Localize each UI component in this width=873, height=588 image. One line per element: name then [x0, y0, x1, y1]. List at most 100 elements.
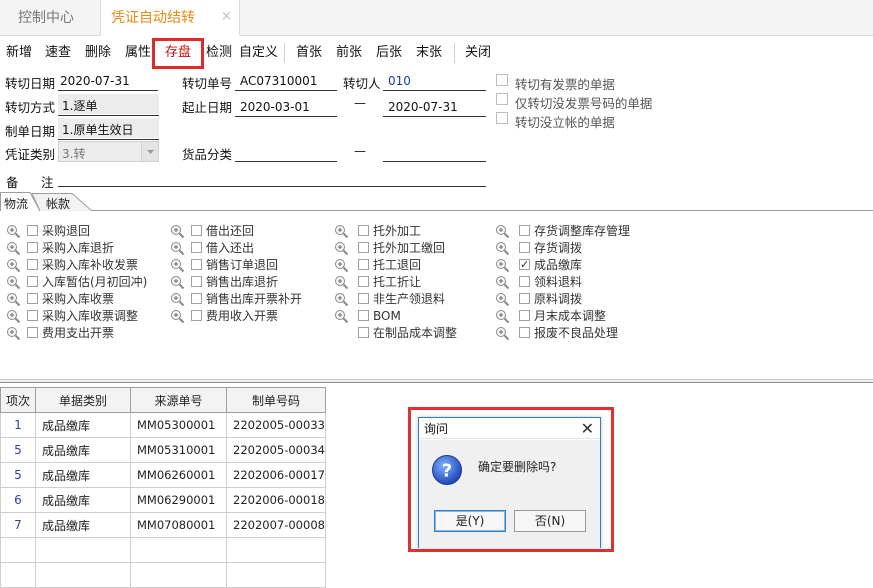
zoom-in-icon[interactable] [170, 309, 185, 324]
next-record-button[interactable]: 后张 [376, 38, 402, 68]
col-header-source-no[interactable]: 来源单号 [130, 387, 227, 413]
option-row[interactable]: 借出还回 [170, 223, 302, 240]
option-checkbox[interactable] [358, 327, 369, 338]
option-checkbox[interactable] [191, 242, 202, 253]
dialog-close-icon[interactable]: ✕ [581, 418, 594, 439]
zoom-in-icon[interactable] [170, 241, 185, 256]
zoom-in-icon[interactable] [6, 258, 21, 273]
cell-source-no[interactable]: MM06260001 [130, 462, 227, 488]
option-checkbox[interactable] [191, 276, 202, 287]
opt-no-invoice-no-checkbox[interactable] [496, 93, 508, 105]
option-checkbox[interactable] [358, 242, 369, 253]
range-end-field[interactable]: 2020-07-31 [388, 100, 458, 114]
option-checkbox[interactable] [191, 310, 202, 321]
option-row[interactable]: 成品缴库 [495, 256, 630, 274]
table-row-empty[interactable] [0, 562, 326, 588]
cell-empty[interactable] [35, 537, 131, 563]
opt-no-account-checkbox[interactable] [496, 112, 508, 124]
zoom-in-icon[interactable] [170, 275, 185, 290]
option-checkbox[interactable] [191, 259, 202, 270]
zoom-in-icon[interactable] [334, 275, 349, 290]
option-checkbox[interactable] [27, 225, 38, 236]
transfer-no-field[interactable]: AC07310001 [240, 74, 317, 88]
option-row[interactable]: 托外加工缴回 [334, 240, 457, 257]
goods-class-start-underline[interactable] [235, 161, 337, 162]
option-row[interactable]: 入库暂估(月初回冲) [6, 274, 147, 291]
no-button[interactable]: 否(N) [514, 510, 586, 532]
dialog-titlebar[interactable]: 询问 ✕ [419, 418, 600, 439]
option-row[interactable]: BOM [334, 308, 457, 325]
option-row[interactable]: 领料退料 [495, 274, 630, 291]
option-checkbox[interactable] [519, 242, 530, 253]
zoom-in-icon[interactable] [495, 292, 510, 307]
option-row[interactable]: 采购入库退折 [6, 240, 147, 257]
option-row[interactable]: 月末成本调整 [495, 308, 630, 325]
option-checkbox[interactable] [358, 293, 369, 304]
zoom-in-icon[interactable] [6, 309, 21, 324]
zoom-in-icon[interactable] [170, 258, 185, 273]
tab-control-center[interactable]: 控制中心 [2, 0, 90, 36]
goods-class-end-underline[interactable] [383, 161, 486, 162]
new-button[interactable]: 新增 [6, 38, 32, 68]
properties-button[interactable]: 属性 [125, 38, 151, 68]
option-row[interactable]: 原料调拨 [495, 291, 630, 308]
table-row[interactable]: 5 成品缴库 MM06260001 2202006-00017 [0, 462, 326, 488]
zoom-in-icon[interactable] [334, 309, 349, 324]
zoom-in-icon[interactable] [495, 309, 510, 324]
zoom-in-icon[interactable] [334, 241, 349, 256]
option-row[interactable]: 在制品成本调整 [334, 325, 457, 342]
cell-empty[interactable] [226, 537, 326, 563]
table-row-empty[interactable] [0, 537, 326, 563]
zoom-in-icon[interactable] [6, 292, 21, 307]
col-header-seq[interactable]: 项次 [0, 387, 36, 413]
cell-empty[interactable] [130, 537, 227, 563]
zoom-in-icon[interactable] [334, 224, 349, 239]
option-row[interactable]: 采购退回 [6, 223, 147, 240]
subtab-accounts[interactable]: 帐款 [46, 195, 70, 212]
option-checkbox[interactable] [27, 327, 38, 338]
option-row[interactable]: 托工退回 [334, 257, 457, 274]
transfer-date-field[interactable]: 2020-07-31 [60, 74, 130, 88]
zoom-in-icon[interactable] [170, 292, 185, 307]
option-checkbox[interactable] [519, 276, 530, 287]
cell-order-no[interactable]: 2202005-00034 [226, 437, 326, 463]
zoom-in-icon[interactable] [495, 224, 510, 239]
option-checkbox[interactable] [358, 259, 369, 270]
option-checkbox-checked[interactable] [519, 256, 530, 273]
cell-doc-type[interactable]: 成品缴库 [35, 462, 131, 488]
opt-invoiced-checkbox[interactable] [496, 74, 508, 86]
voucher-type-dropdown-button[interactable] [141, 142, 158, 161]
option-checkbox[interactable] [191, 225, 202, 236]
option-checkbox[interactable] [358, 310, 369, 321]
option-checkbox[interactable] [27, 310, 38, 321]
option-row[interactable]: 存货调拨 [495, 240, 630, 257]
prev-record-button[interactable]: 前张 [336, 38, 362, 68]
tab-close-icon[interactable]: × [221, 0, 232, 34]
col-header-order-no[interactable]: 制单号码 [226, 387, 326, 413]
option-checkbox[interactable] [519, 293, 530, 304]
last-record-button[interactable]: 末张 [416, 38, 442, 68]
subtab-logistics[interactable]: 物流 [4, 195, 28, 212]
zoom-in-icon[interactable] [495, 241, 510, 256]
option-row[interactable]: 销售订单退回 [170, 257, 302, 274]
option-checkbox[interactable] [27, 242, 38, 253]
customize-button[interactable]: 自定义 [239, 38, 278, 68]
option-checkbox[interactable] [27, 276, 38, 287]
cell-doc-type[interactable]: 成品缴库 [35, 412, 131, 438]
save-button[interactable]: 存盘 [165, 38, 191, 68]
cell-order-no[interactable]: 2202007-00008 [226, 512, 326, 538]
option-row[interactable]: 采购入库收票调整 [6, 308, 147, 325]
delete-button[interactable]: 删除 [85, 38, 111, 68]
zoom-in-icon[interactable] [495, 275, 510, 290]
col-header-doc-type[interactable]: 单据类别 [35, 387, 131, 413]
table-row[interactable]: 1 成品缴库 MM05300001 2202005-00033 [0, 412, 326, 438]
option-checkbox[interactable] [358, 276, 369, 287]
zoom-in-icon[interactable] [495, 326, 510, 341]
check-button[interactable]: 检测 [206, 38, 232, 68]
option-row[interactable]: 销售出库退折 [170, 274, 302, 291]
cell-empty[interactable] [35, 562, 131, 588]
cell-doc-type[interactable]: 成品缴库 [35, 487, 131, 513]
option-checkbox[interactable] [191, 293, 202, 304]
option-checkbox[interactable] [519, 225, 530, 236]
table-row[interactable]: 7 成品缴库 MM07080001 2202007-00008 [0, 512, 326, 538]
